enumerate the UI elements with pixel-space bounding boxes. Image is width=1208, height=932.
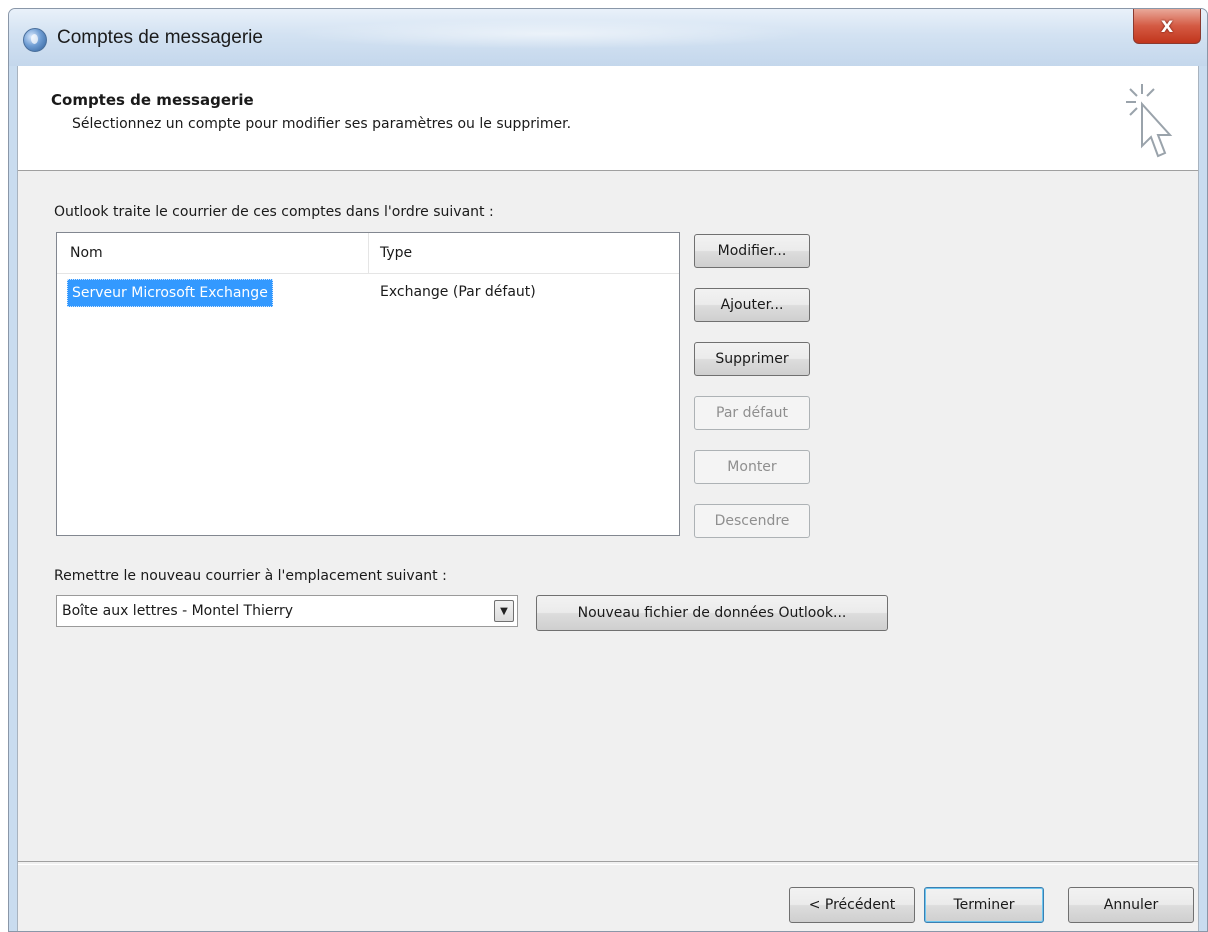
page-title: Comptes de messagerie bbox=[51, 91, 254, 109]
move-down-button[interactable]: Descendre bbox=[694, 504, 810, 538]
account-row[interactable]: Serveur Microsoft Exchange Exchange (Par… bbox=[57, 279, 679, 307]
set-default-button[interactable]: Par défaut bbox=[694, 396, 810, 430]
account-name: Serveur Microsoft Exchange bbox=[67, 279, 273, 307]
page-subtitle: Sélectionnez un compte pour modifier ses… bbox=[72, 116, 572, 132]
wizard-header: Comptes de messagerie Sélectionnez un co… bbox=[18, 66, 1198, 171]
move-up-button[interactable]: Monter bbox=[694, 450, 810, 484]
dialog-client-area: Comptes de messagerie Sélectionnez un co… bbox=[17, 66, 1199, 931]
back-button[interactable]: < Précédent bbox=[789, 887, 915, 923]
modify-button[interactable]: Modifier... bbox=[694, 234, 810, 268]
column-divider[interactable] bbox=[368, 233, 369, 273]
footer-divider bbox=[18, 861, 1198, 865]
title-bar-glare bbox=[289, 19, 809, 49]
close-button[interactable]: X bbox=[1133, 9, 1201, 44]
chevron-down-icon[interactable]: ▼ bbox=[494, 600, 514, 622]
delivery-location-value: Boîte aux lettres - Montel Thierry bbox=[62, 603, 294, 619]
accounts-label: Outlook traite le courrier de ces compte… bbox=[54, 204, 494, 220]
finish-button[interactable]: Terminer bbox=[924, 887, 1044, 923]
add-button[interactable]: Ajouter... bbox=[694, 288, 810, 322]
delivery-label: Remettre le nouveau courrier à l'emplace… bbox=[54, 568, 447, 584]
title-bar: Comptes de messagerie X bbox=[9, 9, 1207, 66]
dialog-window: Comptes de messagerie X Comptes de messa… bbox=[8, 8, 1208, 932]
account-type: Exchange (Par défaut) bbox=[380, 284, 536, 300]
remove-button[interactable]: Supprimer bbox=[694, 342, 810, 376]
window-title: Comptes de messagerie bbox=[57, 27, 263, 48]
cancel-button[interactable]: Annuler bbox=[1068, 887, 1194, 923]
delivery-location-select[interactable]: Boîte aux lettres - Montel Thierry ▼ bbox=[56, 595, 518, 627]
list-header: Nom Type bbox=[57, 233, 679, 274]
outlook-app-icon bbox=[23, 28, 47, 52]
column-header-type[interactable]: Type bbox=[380, 245, 412, 261]
new-data-file-button[interactable]: Nouveau fichier de données Outlook... bbox=[536, 595, 888, 631]
accounts-list[interactable]: Nom Type Serveur Microsoft Exchange Exch… bbox=[56, 232, 680, 536]
cursor-sparkle-icon bbox=[1126, 84, 1173, 158]
column-header-name[interactable]: Nom bbox=[70, 245, 103, 261]
